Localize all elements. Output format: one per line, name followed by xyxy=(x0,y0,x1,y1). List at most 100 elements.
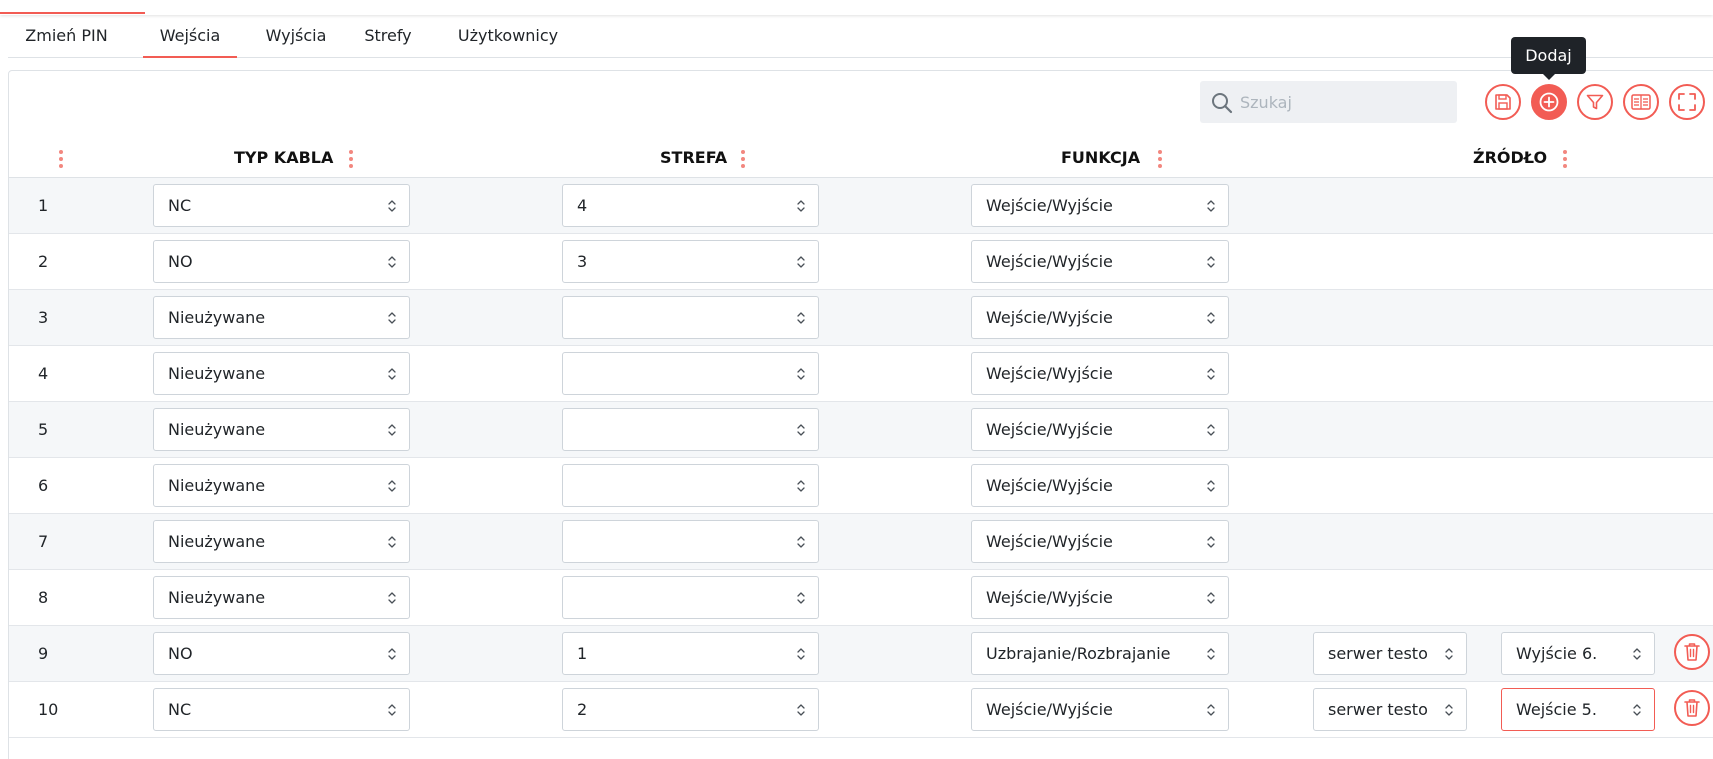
funkcja-select[interactable]: Wejście/Wyjście xyxy=(971,296,1229,339)
funkcja-select[interactable]: Wejście/Wyjście xyxy=(971,408,1229,451)
tab-bar: Zmień PIN Wejścia Wyjścia Strefy Użytkow… xyxy=(8,18,1713,58)
row-number: 6 xyxy=(38,476,49,495)
column-header-strefa: STREFA xyxy=(660,148,728,167)
select-value: Wejście/Wyjście xyxy=(986,364,1113,383)
column-header-typ-kabla: TYP KABLA xyxy=(234,148,334,167)
strefa-select[interactable]: 3 xyxy=(562,240,819,283)
typ-kabla-select[interactable]: NC xyxy=(153,184,410,227)
select-value: Nieużywane xyxy=(168,532,266,551)
chevron-updown-icon xyxy=(388,648,396,660)
strefa-select[interactable] xyxy=(562,352,819,395)
select-value: Nieużywane xyxy=(168,364,266,383)
funkcja-select[interactable]: Wejście/Wyjście xyxy=(971,576,1229,619)
chevron-updown-icon xyxy=(1207,256,1215,268)
chevron-updown-icon xyxy=(1207,200,1215,212)
strefa-select[interactable]: 2 xyxy=(562,688,819,731)
typ-kabla-kebab-icon[interactable] xyxy=(349,150,353,168)
tab-wejscia[interactable]: Wejścia xyxy=(143,18,237,58)
strefa-select[interactable] xyxy=(562,408,819,451)
select-value xyxy=(577,465,790,506)
search-box[interactable] xyxy=(1200,81,1457,123)
select-value: Wejście/Wyjście xyxy=(986,476,1113,495)
typ-kabla-select[interactable]: NO xyxy=(153,240,410,283)
column-header-funkcja: FUNKCJA xyxy=(1061,148,1141,167)
funkcja-select[interactable]: Wejście/Wyjście xyxy=(971,352,1229,395)
columns-icon xyxy=(1631,94,1651,110)
strefa-select[interactable] xyxy=(562,576,819,619)
chevron-updown-icon xyxy=(1207,704,1215,716)
active-top-indicator xyxy=(0,12,145,14)
tooltip-dodaj: Dodaj xyxy=(1511,37,1586,80)
funkcja-select[interactable]: Wejście/Wyjście xyxy=(971,184,1229,227)
select-value: Uzbrajanie/Rozbrajanie xyxy=(986,644,1171,663)
zrodlo-kebab-icon[interactable] xyxy=(1563,150,1567,168)
select-value: NC xyxy=(168,700,192,719)
select-value: 3 xyxy=(577,252,588,271)
table-row: 1 NC 4 Wejście/Wyjście xyxy=(9,178,1713,234)
zrodlo-serwer-select[interactable]: serwer testo xyxy=(1313,632,1467,675)
typ-kabla-select[interactable]: Nieużywane xyxy=(153,408,410,451)
funkcja-select[interactable]: Wejście/Wyjście xyxy=(971,464,1229,507)
typ-kabla-select[interactable]: Nieużywane xyxy=(153,464,410,507)
tab-uzytkownicy[interactable]: Użytkownicy xyxy=(438,18,578,58)
fullscreen-button[interactable] xyxy=(1669,84,1705,120)
funkcja-select[interactable]: Wejście/Wyjście xyxy=(971,240,1229,283)
typ-kabla-select[interactable]: Nieużywane xyxy=(153,296,410,339)
chevron-updown-icon xyxy=(388,256,396,268)
select-value: NO xyxy=(168,644,193,663)
zrodlo-wyjscie-select[interactable]: Wyjście 6. xyxy=(1501,632,1655,675)
strefa-select[interactable]: 1 xyxy=(562,632,819,675)
typ-kabla-select[interactable]: Nieużywane xyxy=(153,352,410,395)
chevron-updown-icon xyxy=(1445,648,1453,660)
select-value: Wejście/Wyjście xyxy=(986,308,1113,327)
select-value: serwer testo xyxy=(1328,644,1428,663)
row-menu-kebab-icon[interactable] xyxy=(59,150,63,168)
funkcja-kebab-icon[interactable] xyxy=(1158,150,1162,168)
typ-kabla-select[interactable]: NC xyxy=(153,688,410,731)
chevron-updown-icon xyxy=(797,480,805,492)
filter-button[interactable] xyxy=(1577,84,1613,120)
chevron-updown-icon xyxy=(388,312,396,324)
zrodlo-serwer-select[interactable]: serwer testo xyxy=(1313,688,1467,731)
chevron-updown-icon xyxy=(797,704,805,716)
chevron-updown-icon xyxy=(1633,704,1641,716)
chevron-updown-icon xyxy=(388,480,396,492)
strefa-select[interactable] xyxy=(562,296,819,339)
columns-button[interactable] xyxy=(1623,84,1659,120)
strefa-select[interactable]: 4 xyxy=(562,184,819,227)
chevron-updown-icon xyxy=(388,592,396,604)
chevron-updown-icon xyxy=(797,592,805,604)
strefa-select[interactable] xyxy=(562,464,819,507)
add-button[interactable] xyxy=(1531,84,1567,120)
zrodlo-wyjscie-select[interactable]: Wejście 5. xyxy=(1501,688,1655,731)
save-button[interactable] xyxy=(1485,84,1521,120)
chevron-updown-icon xyxy=(388,368,396,380)
funkcja-select[interactable]: Wejście/Wyjście xyxy=(971,520,1229,563)
chevron-updown-icon xyxy=(1633,648,1641,660)
strefa-select[interactable] xyxy=(562,520,819,563)
delete-row-button[interactable] xyxy=(1674,634,1710,670)
funkcja-select[interactable]: Wejście/Wyjście xyxy=(971,688,1229,731)
select-value: Wejście 5. xyxy=(1516,700,1597,719)
tab-wyjscia[interactable]: Wyjścia xyxy=(255,18,337,58)
funkcja-select[interactable]: Uzbrajanie/Rozbrajanie xyxy=(971,632,1229,675)
row-number: 7 xyxy=(38,532,49,551)
strefa-kebab-icon[interactable] xyxy=(741,150,745,168)
typ-kabla-select[interactable]: Nieużywane xyxy=(153,520,410,563)
typ-kabla-select[interactable]: NO xyxy=(153,632,410,675)
delete-row-button[interactable] xyxy=(1674,690,1710,726)
chevron-updown-icon xyxy=(1445,704,1453,716)
table-row: 4 Nieużywane Wejście/Wyjście xyxy=(9,346,1713,402)
row-number: 5 xyxy=(38,420,49,439)
chevron-updown-icon xyxy=(388,424,396,436)
search-input[interactable] xyxy=(1240,81,1450,123)
typ-kabla-select[interactable]: Nieużywane xyxy=(153,576,410,619)
tab-strefy[interactable]: Strefy xyxy=(354,18,422,58)
chevron-updown-icon xyxy=(1207,312,1215,324)
tab-zmien-pin[interactable]: Zmień PIN xyxy=(8,18,125,58)
table-row: 3 Nieużywane Wejście/Wyjście xyxy=(9,290,1713,346)
trash-icon xyxy=(1684,699,1700,717)
select-value: NO xyxy=(168,252,193,271)
row-number: 3 xyxy=(38,308,49,327)
select-value: serwer testo xyxy=(1328,700,1428,719)
